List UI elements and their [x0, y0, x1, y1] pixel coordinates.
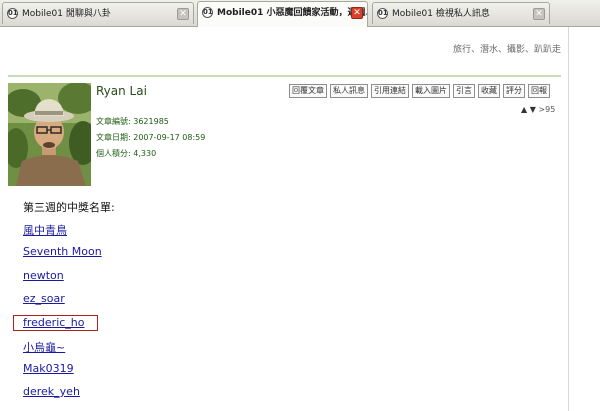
- report-button[interactable]: 回報: [528, 84, 550, 98]
- user-points-label: 個人積分:: [96, 149, 131, 158]
- winner-link[interactable]: newton: [23, 269, 64, 282]
- quote-link-button[interactable]: 引用連結: [371, 84, 409, 98]
- winner-link[interactable]: 風中青鳥: [23, 222, 67, 238]
- post-id: 文章編號: 3621985: [96, 116, 169, 127]
- page-scrollbar[interactable]: [568, 27, 600, 411]
- author-tagline: 旅行、潛水、攝影、趴趴走: [452, 45, 561, 55]
- quote-button[interactable]: 引言: [453, 84, 475, 98]
- bookmark-button[interactable]: 收藏: [478, 84, 500, 98]
- load-images-button[interactable]: 載入圖片: [412, 84, 450, 98]
- winner-link[interactable]: Seventh Moon: [23, 245, 102, 258]
- rate-button[interactable]: 評分: [503, 84, 525, 98]
- winner-link[interactable]: 小烏龜~: [23, 339, 65, 355]
- post-action-bar: 回覆文章 私人訊息 引用連結 載入圖片 引言 收藏 評分 回報: [289, 84, 553, 98]
- winners-heading: 第三週的中獎名單:: [23, 201, 115, 214]
- avatar-photo-icon: [8, 83, 91, 186]
- vote-up-icon[interactable]: ▲: [521, 105, 527, 114]
- mobile01-favicon-icon: 01: [7, 8, 18, 19]
- winner-link[interactable]: ez_soar: [23, 292, 65, 305]
- tab-label: Mobile01 小惡魔回饋家活動，週週...: [217, 8, 368, 18]
- user-points-value: 4,330: [133, 149, 157, 158]
- winner-link[interactable]: Mak0319: [23, 362, 74, 375]
- highlight-box: [13, 315, 98, 331]
- vote-down-icon[interactable]: ▼: [530, 105, 536, 114]
- winner-link[interactable]: derek_yeh: [23, 385, 80, 398]
- post-id-label: 文章編號:: [96, 117, 131, 126]
- post-date-label: 文章日期:: [96, 133, 131, 142]
- mobile01-favicon-icon: 01: [202, 7, 213, 18]
- tab-chat-gossip[interactable]: 01 Mobile01 閒聊與八卦 ✕: [2, 2, 194, 24]
- browser-tab-bar: 01 Mobile01 閒聊與八卦 ✕ 01 Mobile01 小惡魔回饋家活動…: [0, 0, 600, 27]
- author-name[interactable]: Ryan Lai: [96, 84, 147, 98]
- tab-private-messages[interactable]: 01 Mobile01 檢視私人訊息 ✕: [372, 2, 550, 24]
- tab-label: Mobile01 閒聊與八卦: [22, 9, 111, 19]
- close-tab-icon[interactable]: ✕: [533, 8, 545, 20]
- tab-label: Mobile01 檢視私人訊息: [392, 9, 490, 19]
- vote-count: >95: [538, 105, 556, 114]
- close-tab-icon[interactable]: ✕: [177, 8, 189, 20]
- tab-devil-event[interactable]: 01 Mobile01 小惡魔回饋家活動，週週... ✕: [197, 1, 368, 27]
- user-points: 個人積分: 4,330: [96, 148, 156, 159]
- private-message-button[interactable]: 私人訊息: [330, 84, 368, 98]
- vote-widget: ▲ ▼ >95: [521, 105, 555, 114]
- mobile01-favicon-icon: 01: [377, 8, 388, 19]
- close-tab-icon[interactable]: ✕: [351, 7, 363, 19]
- avatar[interactable]: [8, 83, 91, 186]
- reply-button[interactable]: 回覆文章: [289, 84, 327, 98]
- post-date: 文章日期: 2007-09-17 08:59: [96, 132, 205, 143]
- post-date-value: 2007-09-17 08:59: [133, 133, 206, 142]
- post-id-value: 3621985: [133, 117, 169, 126]
- post-divider: [8, 75, 561, 77]
